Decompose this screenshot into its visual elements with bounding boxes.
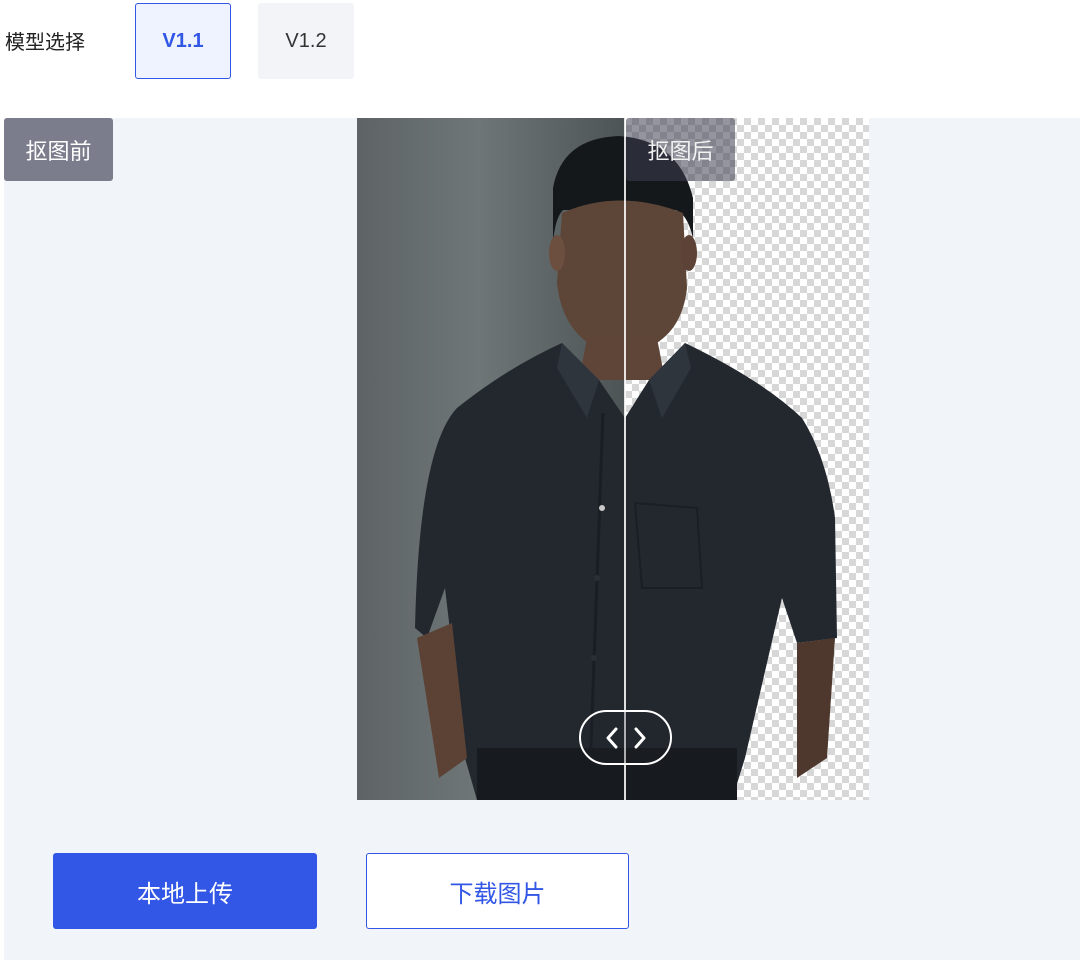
compare-divider[interactable]: [624, 118, 626, 800]
person-photo: [415, 136, 837, 800]
chevron-left-icon: [605, 727, 619, 749]
compare-slider-handle[interactable]: [579, 710, 672, 765]
model-option-v1-2[interactable]: V1.2: [258, 3, 354, 79]
chevron-right-icon: [633, 727, 647, 749]
model-select-label: 模型选择: [5, 30, 85, 54]
after-tag: 抠图后: [626, 118, 735, 181]
download-button[interactable]: 下载图片: [366, 853, 629, 929]
before-tag: 抠图前: [4, 118, 113, 181]
upload-button[interactable]: 本地上传: [53, 853, 317, 929]
model-option-v1-1[interactable]: V1.1: [135, 3, 231, 79]
compare-image: [357, 118, 869, 800]
